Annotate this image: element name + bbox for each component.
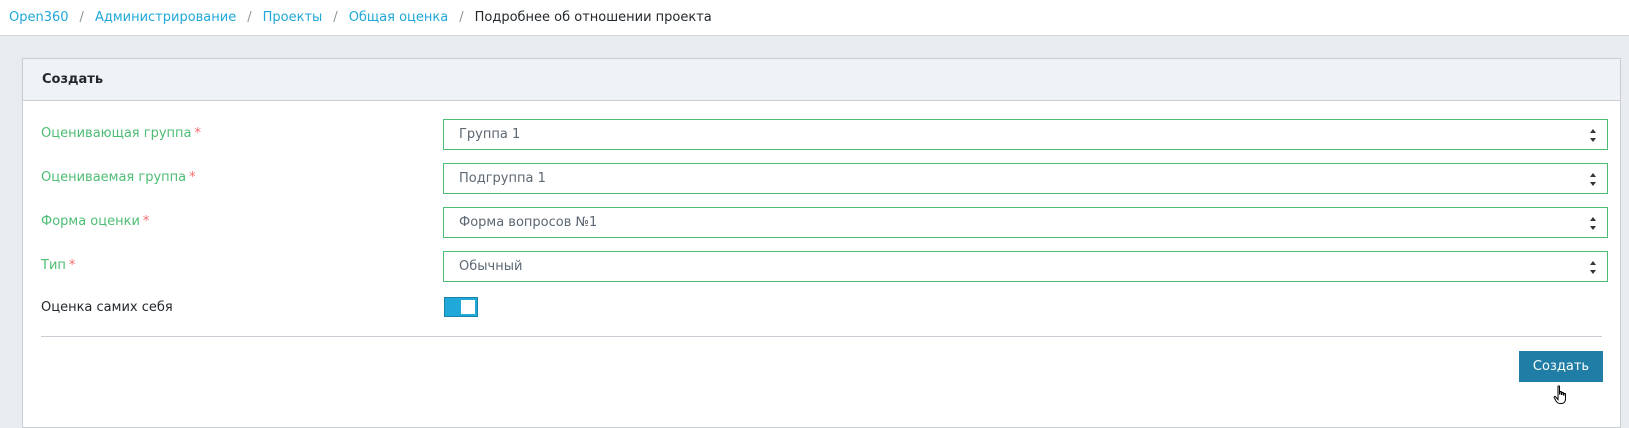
breadcrumb-separator: /	[459, 10, 464, 25]
form-row-evaluated-group: Оцениваемая группа * Подгруппа 1	[41, 163, 1608, 209]
evaluating-group-label-text: Оценивающая группа	[41, 126, 192, 141]
required-marker: *	[142, 214, 150, 229]
sort-arrows-icon	[1589, 261, 1596, 274]
required-marker: *	[189, 170, 196, 185]
form-row-assessment-form: Форма оценки * Форма вопросов №1	[41, 207, 1608, 253]
assessment-form-select[interactable]: Форма вопросов №1	[443, 207, 1608, 238]
type-label: Тип *	[41, 258, 75, 273]
assessment-form-label: Форма оценки *	[41, 214, 149, 229]
create-button[interactable]: Создать	[1519, 351, 1603, 382]
evaluated-group-select[interactable]: Подгруппа 1	[443, 163, 1608, 194]
type-label-text: Тип	[41, 258, 66, 273]
breadcrumb-link-general-assessment[interactable]: Общая оценка	[349, 10, 449, 25]
required-marker: *	[194, 126, 202, 141]
evaluated-group-label: Оцениваемая группа *	[41, 170, 196, 185]
evaluating-group-select[interactable]: Группа 1	[443, 119, 1608, 150]
sort-arrows-icon	[1589, 173, 1596, 186]
form-divider	[41, 336, 1602, 337]
evaluating-group-label: Оценивающая группа *	[41, 126, 201, 141]
breadcrumb-separator: /	[79, 10, 84, 25]
toggle-knob	[461, 300, 475, 314]
type-select[interactable]: Обычный	[443, 251, 1608, 282]
evaluating-group-select-value: Группа 1	[459, 127, 521, 142]
form-row-evaluating-group: Оценивающая группа * Группа 1	[41, 119, 1608, 165]
breadcrumb-separator: /	[247, 10, 252, 25]
breadcrumb-current: Подробнее об отношении проекта	[474, 10, 712, 25]
form-row-type: Тип * Обычный	[41, 251, 1608, 297]
self-assessment-label: Оценка самих себя	[41, 300, 173, 315]
breadcrumb-link-open360[interactable]: Open360	[9, 10, 69, 25]
sort-arrows-icon	[1589, 129, 1596, 142]
assessment-form-select-value: Форма вопросов №1	[459, 215, 598, 230]
evaluated-group-select-value: Подгруппа 1	[459, 171, 546, 186]
self-assessment-toggle[interactable]	[444, 297, 478, 317]
breadcrumb-link-projects[interactable]: Проекты	[263, 10, 323, 25]
breadcrumb-separator: /	[333, 10, 338, 25]
breadcrumb: Open360 / Администрирование / Проекты / …	[0, 0, 1629, 36]
create-relation-card: Создать Оценивающая группа * Группа 1 Оце…	[22, 58, 1621, 428]
type-select-value: Обычный	[459, 259, 523, 274]
required-marker: *	[68, 258, 76, 273]
assessment-form-label-text: Форма оценки	[41, 214, 140, 229]
breadcrumb-link-administration[interactable]: Администрирование	[95, 10, 236, 25]
evaluated-group-label-text: Оцениваемая группа	[41, 170, 187, 185]
sort-arrows-icon	[1589, 217, 1596, 230]
card-title: Создать	[23, 59, 1620, 101]
